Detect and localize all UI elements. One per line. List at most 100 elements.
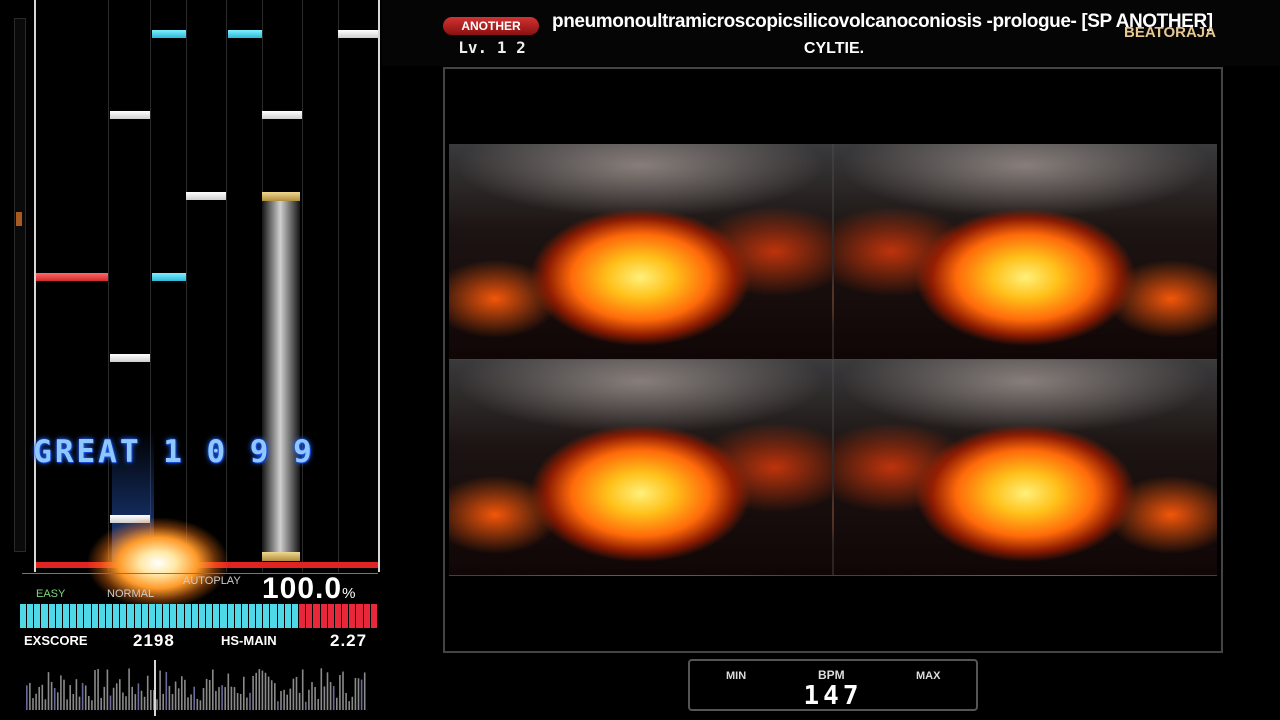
graph-bar <box>270 680 273 710</box>
graph-bar <box>221 685 223 710</box>
graph-bar <box>44 699 47 710</box>
gauge-segment <box>113 604 120 628</box>
score-graph <box>26 660 366 716</box>
graph-bar <box>227 673 230 710</box>
graph-bar <box>236 693 239 710</box>
graph-bar <box>329 682 332 710</box>
gauge-percent-unit: % <box>342 585 357 602</box>
gauge-segment <box>313 604 320 628</box>
lane-divider <box>338 0 339 572</box>
graph-bar <box>196 698 199 710</box>
lane-divider <box>226 0 227 572</box>
gauge-segment <box>370 604 377 628</box>
progress-rail <box>14 18 26 552</box>
long-note <box>262 196 300 560</box>
gauge-segment <box>249 604 256 628</box>
long-note-tail <box>262 552 300 561</box>
gauge-segment <box>70 604 77 628</box>
song-artist: CYLTIE. <box>803 40 865 57</box>
graph-bar <box>75 679 78 710</box>
graph-bar <box>177 688 180 710</box>
graph-bar <box>339 675 341 710</box>
gauge-segment <box>356 604 363 628</box>
graph-bar <box>47 672 50 710</box>
graph-bar <box>35 693 37 710</box>
gauge-segment <box>27 604 34 628</box>
graph-bar <box>224 687 226 710</box>
graph-bar <box>109 695 112 710</box>
gauge-segment <box>62 604 70 628</box>
graph-bar <box>357 678 360 710</box>
gauge-segment <box>263 604 270 628</box>
gauge-segment <box>206 604 213 628</box>
groove-gauge <box>20 604 378 628</box>
gauge-segment <box>48 604 55 628</box>
graph-bar <box>193 686 195 710</box>
graph-bar <box>314 687 316 710</box>
gauge-segment <box>299 604 306 628</box>
graph-bar <box>212 669 214 710</box>
gauge-segment <box>141 604 148 628</box>
graph-bar <box>305 701 307 710</box>
gauge-segment <box>234 604 241 628</box>
gauge-segment <box>34 604 41 628</box>
note <box>110 515 150 523</box>
graph-bar <box>119 679 121 710</box>
gauge-segment <box>77 604 84 628</box>
note <box>262 111 302 119</box>
graph-bar <box>41 684 44 710</box>
gauge-segment <box>155 604 163 628</box>
gauge-segment <box>198 604 206 628</box>
gauge-segment <box>241 604 248 628</box>
graph-bar <box>301 669 304 710</box>
note <box>186 192 226 200</box>
graph-bar <box>78 696 81 710</box>
graph-bar <box>88 696 90 710</box>
graph-bar <box>184 679 186 710</box>
graph-bar <box>289 688 292 710</box>
graph-bar <box>159 670 161 710</box>
bpm-display: MIN BPM MAX 147 <box>688 659 978 711</box>
graph-bar <box>286 694 288 710</box>
scratch-note <box>36 273 108 281</box>
gauge-segment <box>327 604 334 628</box>
graph-bar <box>181 676 183 710</box>
gauge-segment <box>120 604 127 628</box>
gauge-percent: 100.0% <box>262 572 356 606</box>
graph-bar <box>106 669 109 710</box>
graph-bar <box>50 681 53 710</box>
gauge-segment <box>270 604 277 628</box>
gauge-segment <box>184 604 191 628</box>
graph-bar <box>292 678 295 710</box>
graph-bar <box>246 697 248 710</box>
gauge-segment <box>342 604 349 628</box>
graph-bar <box>190 694 192 710</box>
bga-video <box>449 144 1217 576</box>
bga-lava-tile <box>833 360 1217 576</box>
gauge-segment <box>163 604 170 628</box>
gauge-segment <box>363 604 370 628</box>
gauge-segment <box>177 604 184 628</box>
graph-bar <box>125 696 127 710</box>
graph-bar <box>103 686 106 710</box>
bpm-title: BPM <box>818 668 845 682</box>
graph-bar <box>156 699 158 710</box>
graph-bar <box>131 686 133 710</box>
note-lanes <box>34 0 380 572</box>
graph-bar <box>205 678 208 710</box>
graph-bar <box>168 685 171 710</box>
graph-bar <box>249 692 251 710</box>
bga-lava-tile <box>833 144 1217 360</box>
bga-lava-tile <box>449 360 833 576</box>
bga-lava-tile <box>449 144 833 360</box>
graph-bar <box>122 692 124 710</box>
graph-bar <box>38 686 40 710</box>
graph-bar <box>84 685 87 710</box>
graph-bar <box>239 693 242 710</box>
graph-bar <box>261 670 264 710</box>
graph-bar <box>94 670 96 710</box>
judge-combo-text: GREAT 1 0 9 9 <box>33 434 315 470</box>
graph-bar <box>354 677 357 710</box>
gauge-segment <box>91 604 98 628</box>
graph-bar <box>26 685 28 710</box>
